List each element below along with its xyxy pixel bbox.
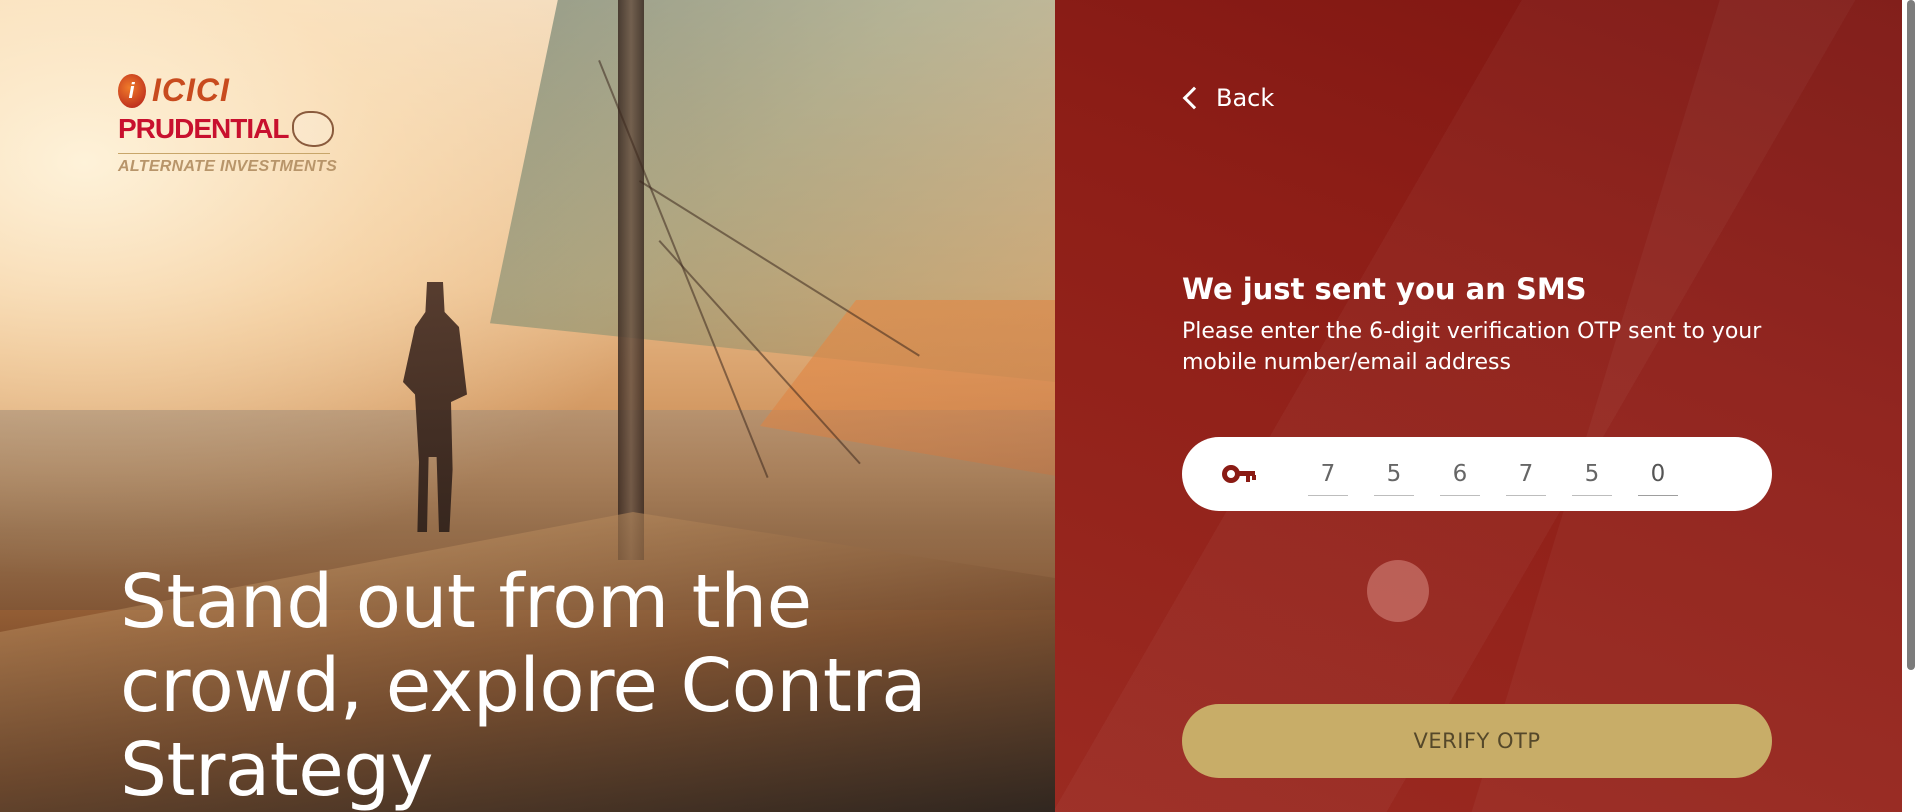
key-icon	[1222, 463, 1256, 485]
icici-mark-icon: i	[118, 73, 146, 108]
verify-otp-button[interactable]: VERIFY OTP	[1182, 704, 1772, 778]
otp-digits	[1308, 452, 1678, 496]
hero-headline: Stand out from the crowd, explore Contra…	[120, 559, 927, 812]
click-ripple	[1367, 560, 1429, 622]
otp-digit-1[interactable]	[1308, 452, 1348, 496]
otp-digit-3[interactable]	[1440, 452, 1480, 496]
logo-mid: PRUDENTIAL	[118, 111, 338, 147]
sms-title: We just sent you an SMS	[1182, 272, 1587, 306]
logo-top: i ICICI	[118, 72, 338, 109]
chevron-left-icon	[1182, 86, 1206, 110]
logo-subtitle: ALTERNATE INVESTMENTS	[118, 158, 338, 175]
background-shard	[1460, 0, 1920, 812]
logo-divider	[118, 153, 330, 154]
back-label: Back	[1216, 84, 1275, 112]
otp-digit-2[interactable]	[1374, 452, 1414, 496]
otp-digit-6[interactable]	[1638, 452, 1678, 496]
otp-input-group	[1182, 437, 1772, 511]
logo-mid-text: PRUDENTIAL	[118, 113, 289, 144]
mast-image	[618, 0, 644, 560]
page-scrollbar[interactable]	[1902, 0, 1920, 812]
sms-subtitle: Please enter the 6-digit verification OT…	[1182, 319, 1762, 375]
otp-digit-5[interactable]	[1572, 452, 1612, 496]
otp-panel: Back We just sent you an SMS Please ente…	[1055, 0, 1920, 812]
lion-crest-icon	[292, 111, 335, 147]
scrollbar-thumb[interactable]	[1907, 0, 1915, 670]
back-button[interactable]: Back	[1180, 84, 1274, 112]
otp-verification-page: i ICICI PRUDENTIAL ALTERNATE INVESTMENTS…	[0, 0, 1920, 812]
logo-top-text: ICICI	[152, 72, 230, 108]
brand-logo: i ICICI PRUDENTIAL ALTERNATE INVESTMENTS	[118, 72, 338, 176]
otp-digit-4[interactable]	[1506, 452, 1546, 496]
hero-panel: i ICICI PRUDENTIAL ALTERNATE INVESTMENTS…	[0, 0, 1055, 812]
